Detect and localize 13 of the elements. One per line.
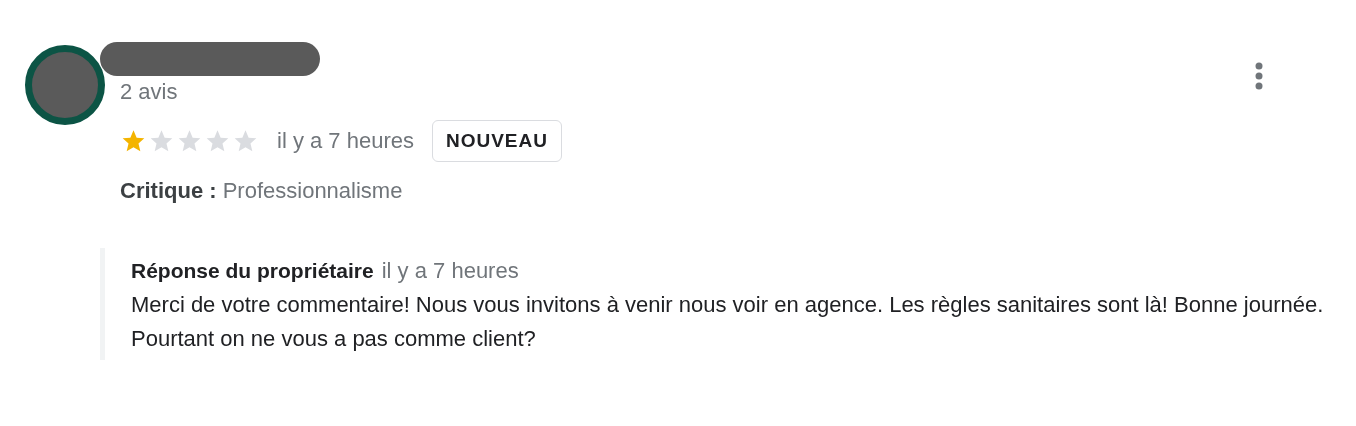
star-icon [148,128,175,154]
review-count: 2 avis [120,78,179,106]
more-options-icon[interactable] [1253,62,1265,90]
new-badge: NOUVEAU [431,120,562,162]
reply-title: Réponse du propriétaire [131,259,374,282]
reply-text: Merci de votre commentaire! Nous vous invitons à venir nous voir en agence. Les règles sanitaires sont là! Bonne journée. Pourtant on ne vous a pas comme client? [131,291,1325,353]
star-icon [176,128,203,154]
review-time: il y a 7 heures [277,128,414,154]
reply-time: il y a 7 heures [381,258,519,283]
star-icon [204,128,231,154]
star-icon [232,128,259,154]
critique-text: Critique : Professionnalisme [120,178,404,204]
star-icon [120,128,147,154]
